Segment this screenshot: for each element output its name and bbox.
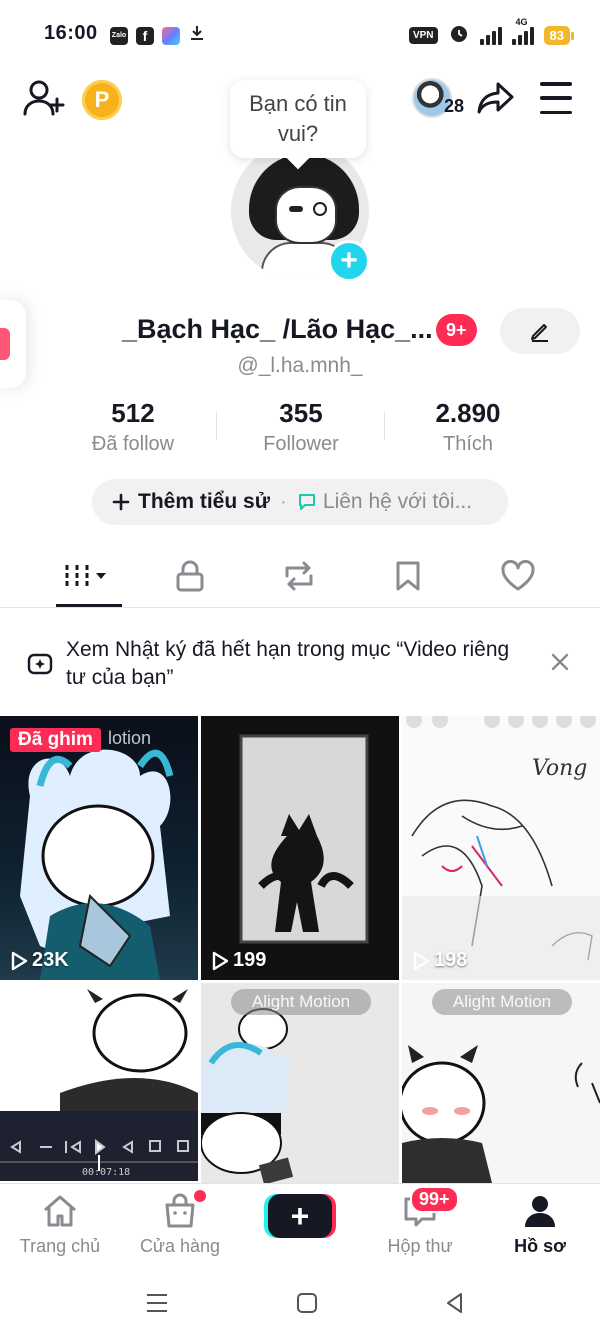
add-bio-button[interactable]: Thêm tiểu sử (112, 490, 270, 514)
nav-inbox[interactable]: 99+ Hộp thư (360, 1186, 480, 1257)
system-indicators: VPN 4G 83 (408, 17, 575, 49)
stat-followers-label: Follower (263, 433, 339, 455)
home-icon (44, 1195, 76, 1227)
add-story-button[interactable]: + (328, 240, 370, 282)
square-icon (297, 1293, 317, 1313)
time-code: 00:07:18 (82, 1167, 131, 1178)
note-bubble-line2: vui? (277, 121, 319, 146)
stat-followers[interactable]: 355 Follower (217, 398, 385, 456)
nav-profile-label: Hồ sơ (514, 1236, 566, 1256)
bio-pill: Thêm tiểu sử · Liên hệ với tôi... (92, 479, 508, 525)
system-nav-bar (0, 1270, 600, 1337)
inbox-badge: 99+ (410, 1186, 459, 1213)
separator-dot: · (279, 490, 287, 513)
stat-following-label: Đã follow (91, 433, 175, 455)
expired-log-notice[interactable]: Xem Nhật ký đã hết hạn trong mục “Video … (0, 612, 600, 712)
nav-profile[interactable]: Hồ sơ (480, 1192, 600, 1257)
shop-notification-dot (194, 1190, 206, 1202)
add-bio-label: Thêm tiểu sử (138, 490, 270, 513)
shop-icon (165, 1193, 195, 1228)
content-tabs (0, 546, 600, 608)
stat-likes-value: 2.890 (435, 398, 501, 428)
download-icon (188, 24, 206, 47)
contact-label: Liên hệ với tôi... (322, 490, 473, 513)
chat-icon (298, 494, 315, 510)
tab-liked[interactable] (478, 546, 558, 606)
stat-following[interactable]: 512 Đã follow (49, 398, 217, 456)
share-button[interactable] (476, 78, 516, 118)
note-bubble-line1: Bạn có tin (249, 91, 347, 116)
stat-likes-label: Thích (442, 433, 494, 455)
edit-profile-button[interactable] (500, 308, 580, 354)
vpn-badge: VPN (408, 27, 438, 44)
nav-shop[interactable]: Cửa hàng (120, 1190, 240, 1257)
tab-videos[interactable] (48, 546, 128, 607)
caption-text: Vong (532, 756, 588, 781)
watermark-pill: Alight Motion (231, 989, 371, 1015)
bookmark-icon (396, 561, 420, 591)
recents-button[interactable] (142, 1288, 172, 1318)
nav-home-label: Trang chủ (19, 1236, 101, 1256)
signal-icon (479, 26, 502, 45)
battery-indicator: 83 (543, 26, 575, 45)
notification-badge[interactable]: 9+ (436, 314, 477, 346)
network-4g-icon: 4G (511, 17, 534, 45)
contact-button[interactable]: Liên hệ với tôi... (297, 490, 472, 514)
note-bubble[interactable]: Bạn có tin vui? (230, 80, 366, 158)
videos-grid-icon (65, 565, 106, 587)
stat-following-value: 512 (111, 398, 155, 428)
lock-icon (176, 560, 204, 592)
pinned-badge: Đã ghim (10, 728, 101, 752)
create-button[interactable]: + (264, 1194, 336, 1238)
sparkle-icon (26, 650, 54, 683)
home-system-button[interactable] (292, 1288, 322, 1318)
status-bar: 16:00 Zalo f VPN 4G 83 (0, 0, 600, 68)
profile-icon (525, 1196, 555, 1227)
stat-followers-value: 355 (279, 398, 323, 428)
video-thumbnail[interactable]: lotion Đã ghim 23K (0, 716, 198, 980)
plus-icon: + (268, 1194, 332, 1238)
notification-icons: Zalo f (110, 24, 206, 47)
add-friend-button[interactable] (22, 78, 66, 118)
back-button[interactable] (440, 1288, 470, 1318)
plus-icon (112, 493, 130, 511)
share-icon (477, 82, 514, 114)
nav-shop-label: Cửa hàng (139, 1236, 221, 1256)
back-triangle-icon (447, 1293, 462, 1313)
nav-home[interactable]: Trang chủ (0, 1192, 120, 1257)
watermark-text: lotion (108, 728, 152, 748)
tab-private[interactable] (150, 546, 230, 606)
menu-lines-icon (147, 1294, 167, 1312)
coins-button[interactable]: P (82, 80, 122, 120)
stat-likes[interactable]: 2.890 Thích (384, 398, 552, 456)
close-icon[interactable] (548, 650, 572, 674)
zalo-icon: Zalo (110, 26, 128, 45)
tab-favorites[interactable] (368, 546, 448, 606)
story-count: 28 (444, 96, 465, 116)
watermark-pill: Alight Motion (432, 989, 572, 1015)
menu-button[interactable] (538, 82, 574, 114)
username-handle: @_l.ha.mnh_ (237, 354, 363, 377)
view-count: 23K (10, 949, 69, 972)
display-name: _Bạch Hạc_ /Lão Hạc_... (122, 314, 433, 344)
view-count: 199 (211, 949, 266, 972)
video-thumbnail[interactable]: Vong 198 (402, 716, 600, 980)
video-thumbnail[interactable]: 199 (201, 716, 399, 980)
tab-reposts[interactable] (259, 546, 339, 606)
view-count: 198 (412, 949, 467, 972)
play-icon (212, 951, 229, 970)
facebook-icon: f (136, 26, 154, 45)
pencil-icon (531, 324, 548, 342)
status-time: 16:00 (44, 22, 98, 44)
alarm-icon (448, 22, 470, 49)
play-icon (11, 951, 28, 970)
add-user-icon (23, 80, 65, 116)
repost-icon (285, 561, 313, 591)
heart-icon (501, 560, 535, 591)
bottom-nav: Trang chủ Cửa hàng + 99+ Hộp thư Hồ sơ (0, 1183, 600, 1269)
notice-text: Xem Nhật ký đã hết hạn trong mục “Video … (66, 638, 510, 689)
play-icon (413, 951, 430, 970)
nav-inbox-label: Hộp thư (387, 1236, 453, 1256)
photos-icon (162, 26, 180, 45)
